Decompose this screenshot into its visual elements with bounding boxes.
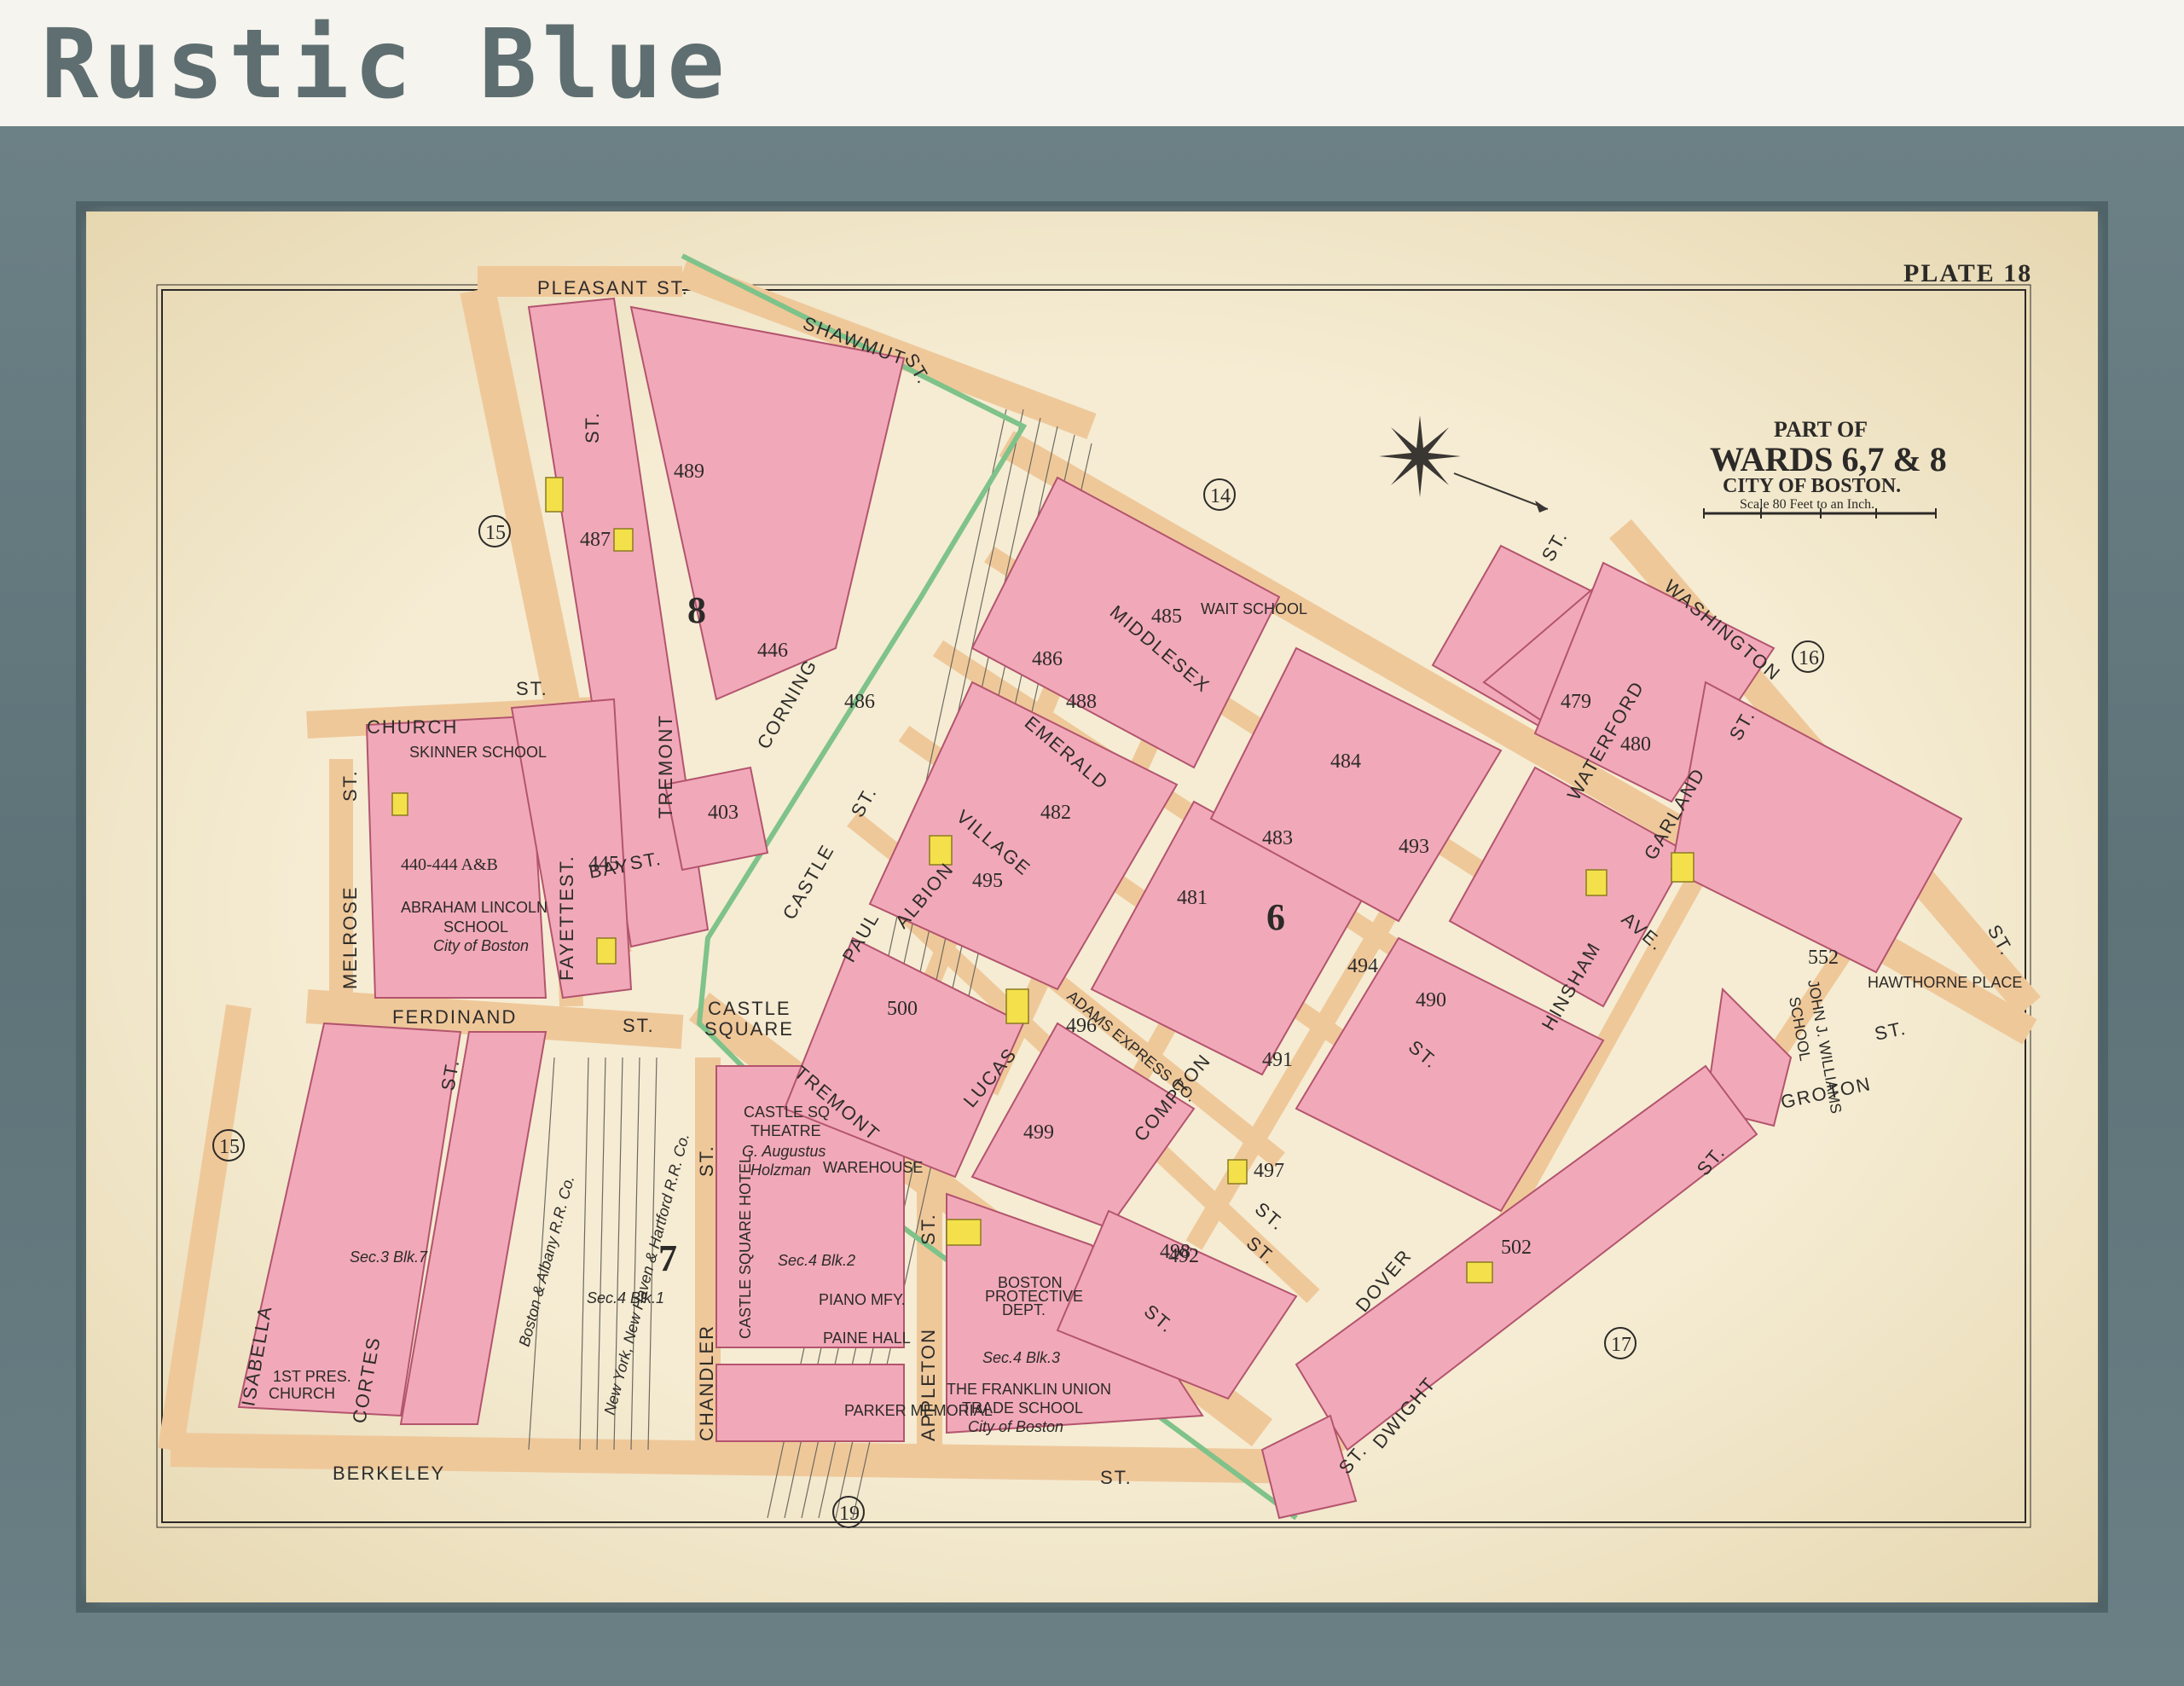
street-groton-st: ST. — [1873, 1017, 1909, 1045]
block-number: 490 — [1416, 989, 1446, 1011]
block-number: 480 — [1620, 733, 1651, 756]
block-number: 483 — [1262, 827, 1293, 849]
ward-label-17: 17 — [1611, 1334, 1631, 1356]
block-number: 479 — [1561, 691, 1591, 713]
first-pres-church-line1: 1ST PRES. — [273, 1368, 351, 1385]
street-fayette-st: ST. — [556, 855, 577, 887]
plate-number: PLATE 18 — [1903, 259, 2032, 287]
block-number: 495 — [972, 870, 1003, 892]
street-pleasant-st: ST. — [657, 277, 689, 298]
paine-hall-label: PAINE HALL — [823, 1330, 911, 1347]
street-chandler-st: ST. — [696, 1144, 717, 1177]
piano-mfy-label: PIANO MFY. — [819, 1291, 906, 1308]
block-number: 403 — [708, 802, 739, 824]
street-tremont-north-st: ST. — [582, 411, 603, 443]
section-block-1: Sec.4 Blk.1 — [587, 1289, 664, 1307]
ward-label-15b: 15 — [219, 1136, 240, 1158]
street-castle: CASTLE — [779, 840, 838, 923]
railroad-new-haven: New York, New Haven & Hartford R.R. Co. — [601, 1132, 693, 1417]
block-number: 500 — [887, 998, 918, 1020]
ward-label-19: 19 — [839, 1503, 860, 1525]
franklin-union-line2: TRADE SCHOOL — [962, 1399, 1083, 1417]
heading-scale: Scale 80 Feet to an Inch. — [1740, 497, 1874, 512]
street-washington-st: ST. — [1538, 526, 1573, 565]
street-berkeley: BERKELEY — [333, 1463, 445, 1484]
street-ferdinand: FERDINAND — [392, 1006, 517, 1028]
street-fayette: FAYETTE — [556, 887, 577, 981]
heading-city: CITY OF BOSTON. — [1723, 475, 1901, 497]
block-number: 491 — [1262, 1049, 1293, 1071]
block-number: 486 — [1032, 648, 1063, 670]
street-appleton: APPLETON — [918, 1328, 939, 1441]
block-number: 484 — [1330, 750, 1361, 773]
franklin-union-line1: THE FRANKLIN UNION — [947, 1381, 1111, 1398]
protective-dept-line3: DEPT. — [1002, 1301, 1046, 1318]
street-chandler: CHANDLER — [696, 1324, 717, 1441]
heading-part-of: PART OF — [1774, 417, 1868, 442]
castle-square-line1: CASTLE — [708, 998, 791, 1019]
castle-sq-theatre-line1: CASTLE SQ — [744, 1104, 830, 1121]
street-church-st: ST. — [516, 678, 548, 699]
street-ferdinand-st: ST. — [623, 1015, 655, 1036]
castle-square-hotel: CASTLE SQUARE HOTEL — [737, 1155, 754, 1339]
block-number: 497 — [1254, 1160, 1284, 1182]
block-number: 502 — [1501, 1237, 1532, 1259]
block-number: 445 — [588, 853, 619, 875]
block-number: 489 — [674, 461, 704, 483]
street-castle-st: ST. — [847, 782, 882, 820]
ward-label-16: 16 — [1799, 647, 1819, 669]
block-number: 496 — [1066, 1015, 1097, 1037]
compass-rose — [1379, 415, 1549, 513]
atlas-map: PLATE 18 PART OF WARDS 6,7 & 8 CITY OF B… — [156, 253, 2041, 1528]
ward-label-6: 6 — [1266, 896, 1285, 938]
block-number: 440-444 A&B — [401, 855, 498, 874]
section-block-7: Sec.3 Blk.7 — [350, 1249, 428, 1266]
block-number: 487 — [580, 529, 611, 551]
block-number: 494 — [1347, 955, 1378, 977]
street-melrose-st: ST. — [339, 769, 361, 802]
castle-square-line2: SQUARE — [704, 1018, 794, 1040]
street-lower-st: ST. — [1251, 1198, 1289, 1235]
section-block-3: Sec.4 Blk.3 — [982, 1349, 1060, 1366]
castle-sq-theatre-line4: Holzman — [750, 1162, 811, 1179]
warehouse-label: WAREHOUSE — [823, 1159, 923, 1176]
block-number: 498 — [1160, 1241, 1190, 1263]
map-title-block: PLATE 18 PART OF WARDS 6,7 & 8 CITY OF B… — [1710, 259, 2032, 512]
street-appleton-st: ST. — [918, 1213, 939, 1245]
street-pleasant: PLEASANT — [537, 277, 649, 298]
ward-label-14: 14 — [1210, 485, 1231, 507]
street-church: CHURCH — [367, 716, 458, 738]
section-block-2: Sec.4 Blk.2 — [778, 1252, 855, 1269]
block-number: 488 — [1066, 691, 1097, 713]
castle-sq-theatre-line2: THEATRE — [750, 1122, 821, 1139]
block-number: 486 — [844, 691, 875, 713]
block-washington — [1670, 681, 1963, 974]
franklin-union-line3: City of Boston — [968, 1418, 1063, 1435]
lincoln-school-line1: ABRAHAM LINCOLN — [401, 899, 547, 916]
block-number: 481 — [1177, 887, 1208, 909]
lincoln-school-line2: SCHOOL — [443, 918, 508, 936]
block-number: 493 — [1399, 836, 1429, 858]
street-melrose: MELROSE — [339, 885, 361, 989]
first-pres-church-line2: CHURCH — [269, 1385, 335, 1402]
block-number: 446 — [757, 640, 788, 662]
street-tremont-north: TREMONT — [655, 714, 676, 819]
ward-label-15a: 15 — [485, 522, 506, 544]
ward-label-8: 8 — [687, 589, 706, 631]
skinner-school-label: SKINNER SCHOOL — [409, 744, 547, 761]
castle-sq-theatre-line3: G. Augustus — [742, 1143, 826, 1160]
block-number: 552 — [1808, 947, 1839, 969]
block-number: 482 — [1040, 802, 1071, 824]
wait-school-label: WAIT SCHOOL — [1201, 600, 1307, 617]
hawthorne-place-label: HAWTHORNE PLACE — [1868, 974, 2022, 991]
street-berkeley-st: ST. — [1100, 1467, 1133, 1488]
lincoln-school-line3: City of Boston — [433, 937, 529, 954]
railroad-boston-albany: Boston & Albany R.R. Co. — [516, 1173, 578, 1348]
block-number: 499 — [1023, 1121, 1054, 1144]
heading-wards: WARDS 6,7 & 8 — [1710, 440, 1947, 478]
block-number: 485 — [1151, 605, 1182, 628]
